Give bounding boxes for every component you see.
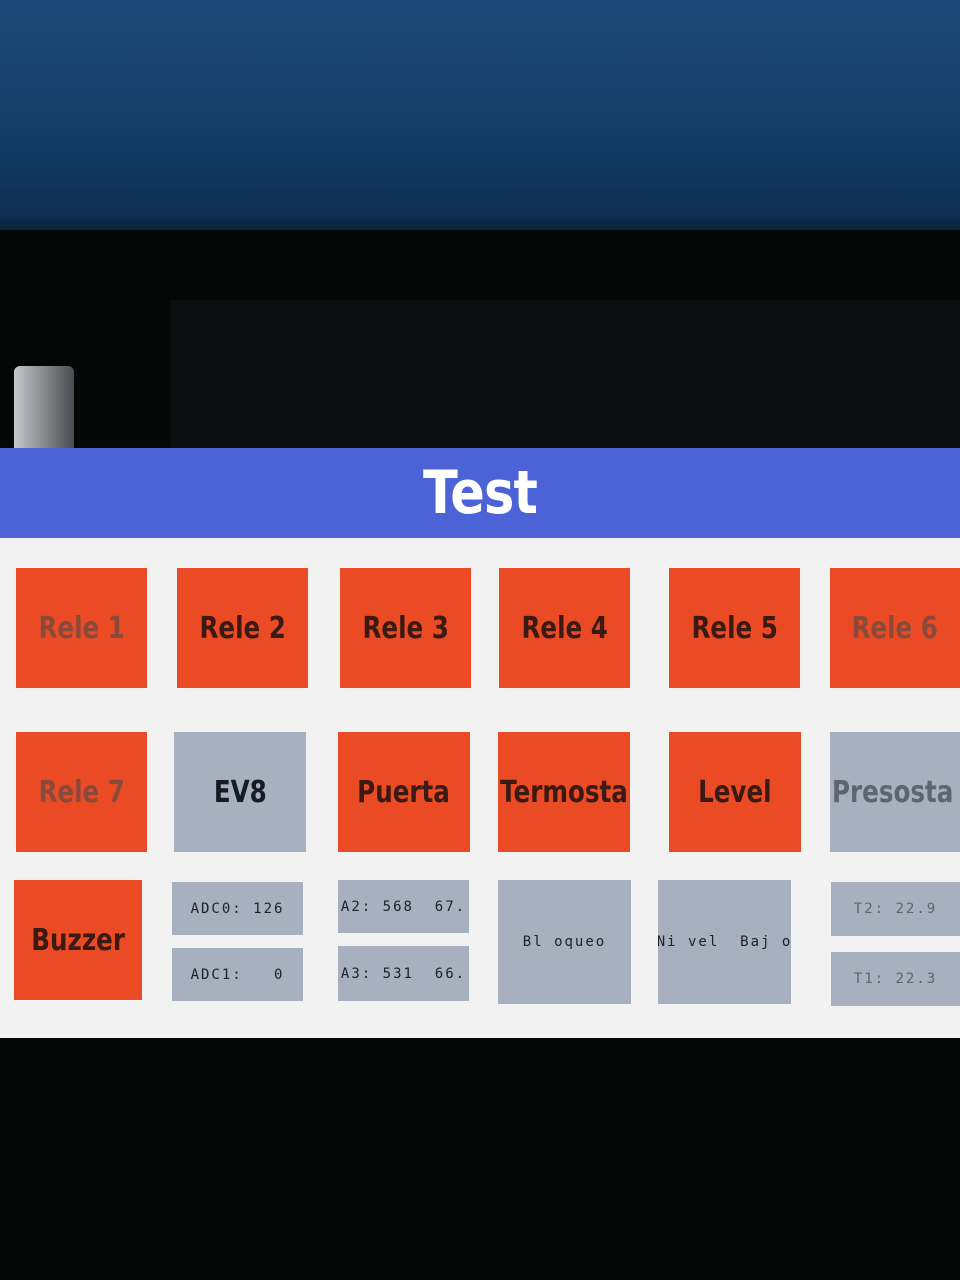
rele-2-button[interactable]: Rele 2 [177, 568, 308, 688]
title-bar: Test [0, 448, 960, 538]
puerta-button[interactable]: Puerta [338, 732, 470, 852]
t2-temperature-readout: T2: 22.9 [831, 882, 960, 936]
rele-1-button[interactable]: Rele 1 [16, 568, 147, 688]
rele-4-button[interactable]: Rele 4 [499, 568, 630, 688]
nivel-bajo-indicator[interactable]: Ni vel Baj o [658, 880, 791, 1004]
bezel-shadow [170, 300, 960, 450]
level-button[interactable]: Level [669, 732, 801, 852]
t1-temperature-readout: T1: 22.3 [831, 952, 960, 1006]
rele-3-button[interactable]: Rele 3 [340, 568, 471, 688]
rele-7-button[interactable]: Rele 7 [16, 732, 147, 852]
termosta-button[interactable]: Termosta [498, 732, 630, 852]
rele-6-button[interactable]: Rele 6 [830, 568, 960, 688]
presosta-button[interactable]: Presosta [830, 732, 960, 852]
rele-5-button[interactable]: Rele 5 [669, 568, 800, 688]
buzzer-button[interactable]: Buzzer [14, 880, 142, 1000]
hmi-screen: Test Rele 1 Rele 2 Rele 3 Rele 4 Rele 5 … [0, 448, 960, 1038]
adc0-readout: ADC0: 126 [172, 882, 303, 935]
page-title: Test [423, 458, 538, 528]
a2-readout: A2: 568 67. [338, 880, 469, 933]
ev8-button[interactable]: EV8 [174, 732, 306, 852]
bloqueo-indicator[interactable]: Bl oqueo [498, 880, 631, 1004]
a3-readout: A3: 531 66. [338, 946, 469, 1001]
adc1-readout: ADC1: 0 [172, 948, 303, 1001]
